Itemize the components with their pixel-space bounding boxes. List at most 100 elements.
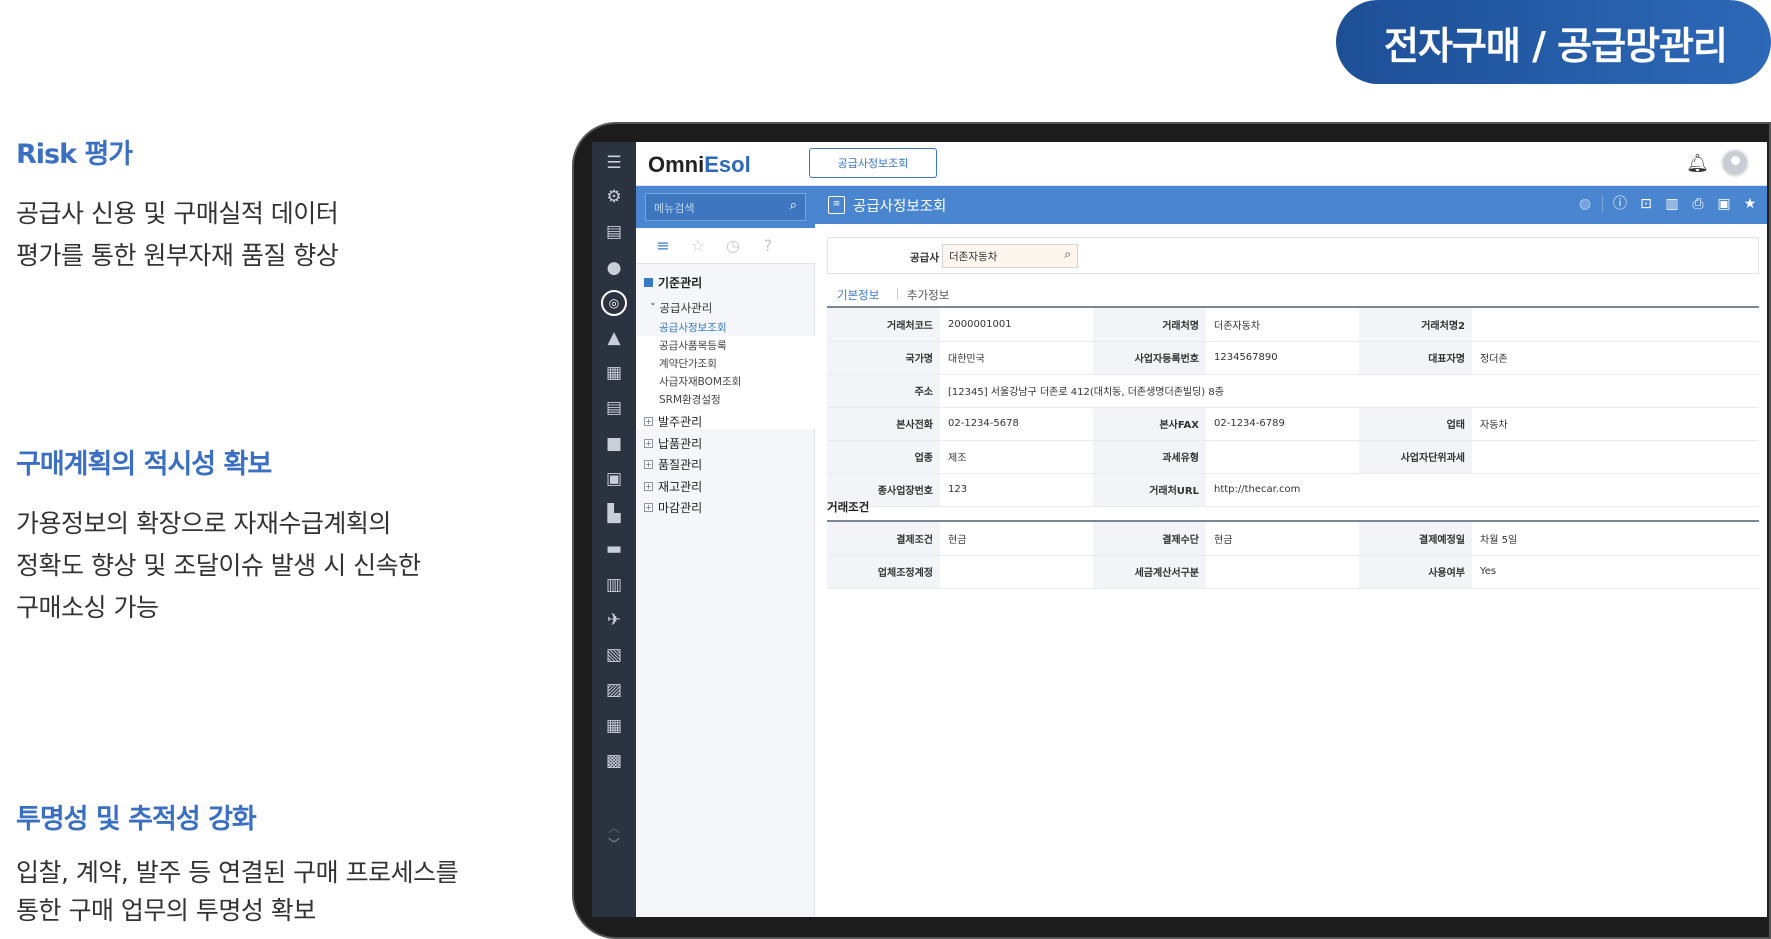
gear-icon[interactable]: ⚙ [592, 182, 636, 212]
field-label: 거래처명2 [1359, 308, 1472, 342]
bell-icon[interactable]: 🔔︎ [1686, 153, 1709, 174]
field-value [1472, 473, 1759, 507]
boxes-icon[interactable]: ▙ [592, 499, 636, 529]
field-value: 2000001001 [940, 308, 1093, 342]
print-icon[interactable]: ⎙ [1689, 194, 1707, 214]
field-value [1206, 440, 1359, 474]
document-settings-icon[interactable]: ▤ [592, 217, 636, 247]
table-row: 업종 제조 과세유형 사업자단위과세 [827, 440, 1759, 474]
menu-list-icon[interactable]: ≡ [653, 236, 673, 256]
avatar-icon[interactable] [1721, 149, 1749, 177]
expand-icon: + [644, 460, 653, 469]
feature-line: 평가를 통한 원부자재 품질 향상 [16, 241, 339, 270]
gear-document-icon[interactable]: ▤ [592, 393, 636, 423]
field-value: 차월 5일 [1472, 522, 1759, 556]
field-value: [12345] 서울강남구 더존로 412(대치동, 더존생명더존빌딩) 8층 [940, 374, 1759, 408]
user-icon[interactable]: ● [592, 253, 636, 283]
tab-basic-info[interactable]: 기본정보 [826, 287, 890, 311]
field-label: 결제수단 [1093, 522, 1206, 556]
history-icon[interactable]: ◷ [723, 236, 743, 256]
star-icon[interactable]: ★ [1741, 194, 1759, 214]
field-value: 02-1234-5678 [940, 407, 1093, 441]
expand-icon: + [644, 439, 653, 448]
menu-leaf-srm[interactable]: SRM환경설정 [659, 392, 721, 407]
tab-additional-info[interactable]: 추가정보 [907, 287, 949, 303]
calculator-settings-icon[interactable]: ▦ [592, 711, 636, 741]
search-icon[interactable]: ⌕ [790, 198, 797, 213]
feature-title: Risk 평가 [16, 139, 133, 170]
field-label: 거래처URL [1093, 473, 1206, 507]
detail-tabs: 기본정보 추가정보 [826, 282, 1759, 311]
field-value [1472, 440, 1759, 474]
collapse-icon [644, 278, 653, 287]
field-label [1359, 473, 1472, 507]
favorite-star-icon[interactable]: ☆ [688, 236, 708, 256]
field-label: 세금계산서구분 [1093, 555, 1206, 589]
app-screen: ☰ ⚙ ▤ ● ◎ ▲ ▦ ▤ ■ ▣ ▙ ▬ ▥ ✈ ▧ ▨ ▦ ▩ ︿ ﹀ … [592, 142, 1767, 917]
menu-leaf-supplier-item[interactable]: 공급사품목등록 [659, 338, 727, 353]
top-bar: OmniEsol 공급사정보조회 🔔︎ [636, 142, 1767, 186]
supplier-input[interactable]: 더존자동차 ⌕ [942, 244, 1078, 268]
save-icon[interactable]: ▣ [1715, 194, 1733, 214]
menu-group-order[interactable]: + 발주관리 [644, 413, 702, 430]
section-title-terms: 거래조건 [827, 500, 870, 514]
globe-icon[interactable]: ◍ [1576, 194, 1594, 214]
field-label: 업체조정계정 [827, 555, 940, 589]
supplier-search-panel: 공급사 더존자동차 ⌕ [827, 237, 1759, 274]
hamburger-icon[interactable]: ☰ [592, 148, 636, 178]
menu-group-closing[interactable]: + 마감관리 [644, 499, 702, 516]
globe-icon[interactable]: ◎ [592, 288, 636, 318]
supplier-label: 공급사 [910, 252, 939, 264]
files-icon[interactable]: ▨ [592, 675, 636, 705]
menu-leaf-bom[interactable]: 사급자재BOM조회 [659, 374, 741, 389]
menu-leaf-contract-price[interactable]: 계약단가조회 [659, 356, 717, 371]
field-value: 정더존 [1472, 341, 1759, 375]
field-label: 주소 [827, 374, 940, 408]
field-label: 결제예정일 [1359, 522, 1472, 556]
menu-sub-supplier[interactable]: ˇ 공급사관리 [650, 300, 712, 316]
feature-title: 구매계획의 적시성 확보 [16, 449, 272, 480]
terms-grid: 결제조건 현금 결제수단 현금 결제예정일 차월 5일 업체조정계정 세금계산서… [827, 522, 1759, 589]
menu-group-delivery[interactable]: + 납품관리 [644, 435, 702, 452]
chevron-down-icon[interactable]: ﹀ [592, 828, 636, 858]
feature-transparency: 투명성 및 추적성 강화 입찰, 계약, 발주 등 연결된 구매 프로세스를 통… [16, 797, 556, 930]
search-icon[interactable]: ⌕ [1064, 247, 1071, 262]
table-row: 결제조건 현금 결제수단 현금 결제예정일 차월 5일 [827, 522, 1759, 556]
menu-group-inventory[interactable]: + 재고관리 [644, 478, 702, 495]
field-value: 더존자동차 [1206, 308, 1359, 342]
building-icon[interactable]: ▥ [592, 570, 636, 600]
preview-icon[interactable]: ⊡ [1637, 194, 1655, 214]
feature-title: 투명성 및 추적성 강화 [16, 804, 257, 835]
field-label: 거래처코드 [827, 308, 940, 342]
worker-icon[interactable]: ▲ [592, 323, 636, 353]
field-value: 1234567890 [1206, 341, 1359, 375]
percent-icon[interactable]: ▩ [592, 746, 636, 776]
menu-group-quality[interactable]: + 품질관리 [644, 456, 702, 473]
field-label: 거래처명 [1093, 308, 1206, 342]
menu-group-base[interactable]: 기준관리 [644, 274, 702, 291]
briefcase-icon[interactable]: ▬ [592, 534, 636, 564]
airplane-icon[interactable]: ✈ [592, 605, 636, 635]
open-tab-supplier-info[interactable]: 공급사정보조회 [809, 148, 937, 178]
menu-search-input[interactable]: 메뉴검색 ⌕ [645, 193, 806, 221]
field-label: 본사전화 [827, 407, 940, 441]
file-settings-icon[interactable]: ▧ [592, 640, 636, 670]
calculator-icon[interactable]: ▦ [592, 358, 636, 388]
info-icon[interactable]: ⓘ [1611, 194, 1629, 214]
feature-line: 구매소싱 가능 [16, 593, 159, 622]
field-value [940, 555, 1093, 589]
field-value: 123 [940, 473, 1093, 507]
help-icon[interactable]: ? [758, 236, 778, 256]
field-label: 과세유형 [1093, 440, 1206, 474]
menu-leaf-supplier-info[interactable]: 공급사정보조회 [659, 320, 727, 335]
app-logo[interactable]: OmniEsol [648, 152, 751, 178]
field-value: 대한민국 [940, 341, 1093, 375]
trash-icon[interactable]: ▥ [1663, 194, 1681, 214]
table-row: 주소 [12345] 서울강남구 더존로 412(대치동, 더존생명더존빌딩) … [827, 374, 1759, 408]
grid-icon[interactable]: ▣ [592, 464, 636, 494]
field-value [1472, 308, 1759, 342]
table-row: 거래처코드 2000001001 거래처명 더존자동차 거래처명2 [827, 308, 1759, 342]
field-value: Yes [1472, 555, 1759, 589]
feature-line: 입찰, 계약, 발주 등 연결된 구매 프로세스를 [16, 858, 459, 887]
truck-icon[interactable]: ■ [592, 429, 636, 459]
